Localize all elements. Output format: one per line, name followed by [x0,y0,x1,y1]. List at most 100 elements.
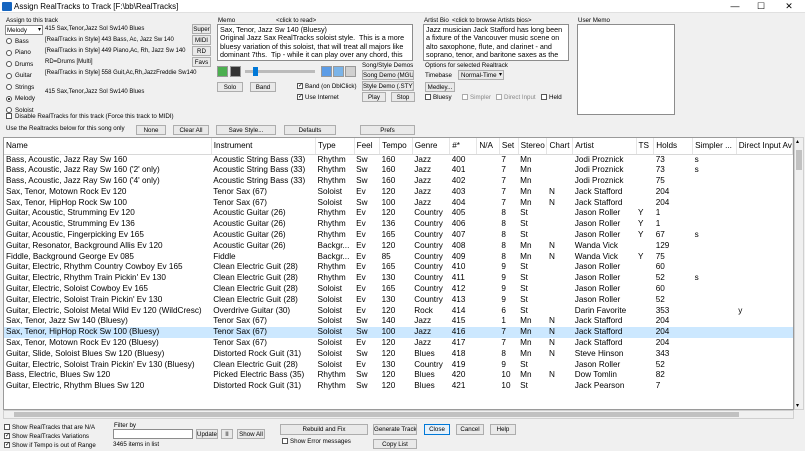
filter-input[interactable] [113,429,193,439]
table-row[interactable]: Guitar, Slide, Soloist Blues Sw 120 (Blu… [4,349,793,360]
copy-list-button[interactable]: Copy List [373,439,417,449]
radio-guitar[interactable] [6,72,12,79]
track-dropdown[interactable]: Melody ▾ [5,25,43,35]
save-style-button[interactable]: Save Style... [216,125,276,135]
style-demo-button[interactable]: Style Demo (.STY) [362,81,414,91]
radio-drums[interactable] [6,61,12,67]
play-icon[interactable] [217,66,228,77]
pause-button[interactable]: II [221,429,233,439]
help-button[interactable]: Help [490,424,516,435]
show-variations-checkbox[interactable]: ✓ [4,433,10,439]
rd-button[interactable]: RD [192,46,211,56]
scroll-up-icon[interactable]: ▴ [796,138,799,145]
scroll-down-icon[interactable]: ▾ [796,402,799,409]
loop-icon[interactable] [321,66,332,77]
table-row[interactable]: Guitar, Electric, Soloist Train Pickin' … [4,360,793,371]
medley-button[interactable]: Medley... [425,82,455,92]
solo-button[interactable]: Solo [217,82,243,92]
show-errors-checkbox[interactable] [282,438,288,444]
radio-melody[interactable] [6,95,12,102]
table-row[interactable]: Guitar, Electric, Soloist Cowboy Ev 165 C… [4,284,793,295]
table-row[interactable]: Bass, Electric, Blues Sw 120 Picked Elect… [4,370,793,381]
favs-button[interactable]: Favs [192,57,211,67]
table-row[interactable]: Guitar, Acoustic, Strumming Ev 120 Acoust… [4,208,793,219]
band-dblclick-checkbox[interactable]: ✓ [297,83,303,89]
generate-track-button[interactable]: Generate Track [373,424,417,435]
table-row[interactable]: Sax, Tenor, Jazz Sw 140 (Bluesy) Tenor Sa… [4,316,793,327]
table-row[interactable]: Guitar, Acoustic, Fingerpicking Ev 165 Ac… [4,230,793,241]
radio-bass[interactable] [6,38,12,44]
clear-all-button[interactable]: Clear All [173,125,209,135]
close-button[interactable]: Close [424,424,450,435]
defaults-button[interactable]: Defaults [284,125,336,135]
column-header[interactable]: Instrument [211,138,316,155]
held-checkbox[interactable] [541,94,547,100]
horizontal-scroll-thumb[interactable] [14,412,739,417]
column-header[interactable]: Simpler ... [692,138,737,155]
column-header[interactable]: Stereo [518,138,548,155]
table-row[interactable]: Sax, Tenor, HipHop Rock Sw 100 Tenor Sax … [4,198,793,209]
midi-button[interactable]: MIDI [192,35,211,45]
column-header[interactable]: Feel [354,138,381,155]
disable-realtracks-checkbox[interactable] [6,113,12,119]
show-all-button[interactable]: Show All [237,429,265,439]
stop-button[interactable]: Stop [391,92,415,102]
band-button[interactable]: Band [250,82,276,92]
memo-textbox[interactable]: Sax, Tenor, Jazz Sw 140 (Bluesy) Origina… [217,24,413,61]
table-row[interactable]: Guitar, Resonator, Background Allis Ev 1… [4,241,793,252]
column-header[interactable]: Genre [412,138,451,155]
table-row[interactable]: Bass, Acoustic, Jazz Ray Sw 160 ('2' onl… [4,165,793,176]
speaker-icon[interactable] [345,66,356,77]
table-row[interactable]: Guitar, Electric, Rhythm Country Cowboy … [4,262,793,273]
bio-textbox[interactable]: Jazz musician Jack Stafford has long bee… [423,24,569,61]
table-row[interactable]: Guitar, Acoustic, Strumming Ev 136 Acoust… [4,219,793,230]
column-header[interactable]: #* [449,138,478,155]
stop-icon[interactable] [230,66,241,77]
column-header[interactable]: Name [4,138,212,155]
column-header[interactable]: Type [315,138,355,155]
song-demo-button[interactable]: Song Demo (MGU) [362,70,414,80]
maximize-icon[interactable]: ☐ [752,0,770,13]
table-row[interactable]: Fiddle, Background George Ev 085 Fiddle Ba… [4,252,793,263]
table-row[interactable]: Guitar, Electric, Rhythm Train Pickin' E… [4,273,793,284]
horizontal-scrollbar[interactable] [3,410,794,419]
slider-thumb[interactable] [253,67,258,76]
update-button[interactable]: Update [196,429,218,439]
play-button[interactable]: Play [362,92,386,102]
vertical-scrollbar[interactable]: ▴ ▾ [794,137,804,410]
column-header[interactable]: Chart [546,138,574,155]
vertical-scroll-thumb[interactable] [796,150,802,170]
use-internet-checkbox[interactable]: ✓ [297,94,303,100]
rebuild-fix-button[interactable]: Rebuild and Fix [280,424,368,435]
show-na-checkbox[interactable] [4,424,10,430]
table-row[interactable]: Sax, Tenor, HipHop Rock Sw 100 (Bluesy) T… [4,327,793,339]
none-button[interactable]: None [136,125,166,135]
table-row[interactable]: Sax, Tenor, Motown Rock Ev 120 (Bluesy) T… [4,338,793,349]
radio-strings[interactable] [6,84,12,90]
column-header[interactable]: Artist [572,138,637,155]
column-header[interactable]: Direct Input Av [736,138,793,155]
timebase-dropdown[interactable]: Normal-Time ▾ [458,70,504,80]
table-row[interactable]: Guitar, Electric, Soloist Metal Wild Ev … [4,306,793,317]
radio-piano[interactable] [6,49,12,56]
table-row[interactable]: Guitar, Electric, Rhythm Blues Sw 120 Dis… [4,381,793,392]
prefs-button[interactable]: Prefs [360,125,415,135]
cancel-button[interactable]: Cancel [456,424,484,435]
bluesy-checkbox[interactable] [425,94,431,100]
column-header[interactable]: Tempo [379,138,413,155]
column-header[interactable]: Holds [653,138,694,155]
super-button[interactable]: Super [192,24,211,34]
table-row[interactable]: Guitar, Electric, Soloist Train Pickin' … [4,295,793,306]
table-row[interactable]: Bass, Acoustic, Jazz Ray Sw 160 ('4' onl… [4,176,793,187]
minimize-icon[interactable]: — [726,0,744,13]
table-row[interactable]: Sax, Tenor, Motown Rock Ev 120 Tenor Sax … [4,187,793,198]
column-header[interactable]: TS [636,138,655,155]
table-row[interactable]: Bass, Acoustic, Jazz Ray Sw 160 Acoustic … [4,154,793,165]
user-memo-textbox[interactable] [577,24,675,115]
position-slider[interactable] [245,67,315,76]
column-header[interactable]: Set [499,138,519,155]
column-header[interactable]: N/A [476,138,500,155]
show-tempo-checkbox[interactable]: ✓ [4,442,10,448]
folder-icon[interactable] [333,66,344,77]
close-icon[interactable]: ✕ [780,0,798,13]
